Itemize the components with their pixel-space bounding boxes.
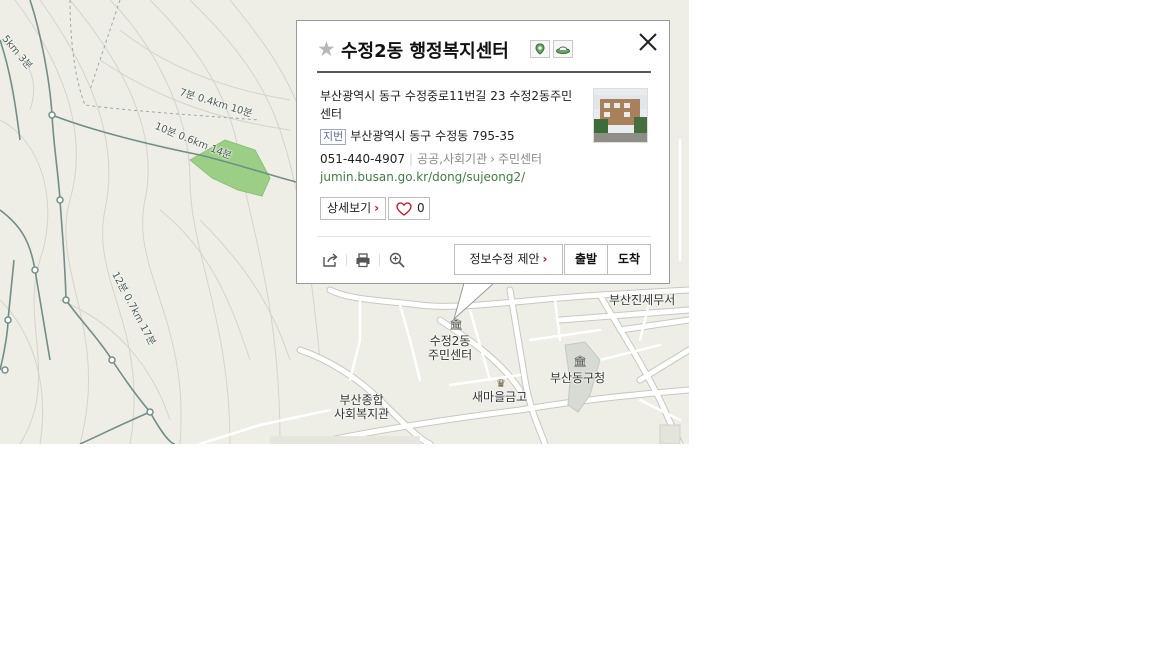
phone-category-row: 051-440-4907 | 공공,사회기관 › 주민센터 [320, 152, 543, 166]
print-icon[interactable] [354, 251, 372, 269]
jibun-badge: 지번 [320, 129, 347, 145]
chevron-right-icon: › [542, 252, 548, 266]
actions-divider [317, 236, 651, 237]
chevron-right-icon: › [374, 201, 380, 215]
detail-button[interactable]: 상세보기 › [320, 197, 387, 220]
arrive-button[interactable]: 도착 [607, 244, 651, 275]
star-icon[interactable]: ★ [317, 39, 336, 60]
jibun-address: 부산광역시 동구 수정동 795-35 [350, 129, 515, 143]
bank-icon[interactable]: ♛ [496, 377, 506, 390]
place-title[interactable]: 수정2동 행정복지센터 [341, 37, 509, 63]
popup-tail [453, 283, 495, 321]
homepage-link[interactable]: jumin.busan.go.kr/dong/sujeong2/ [320, 170, 525, 184]
place-info-popup: ★ 수정2동 행정복지센터 부산광역시 동구 수정중로11번길 23 수정2동주… [296, 20, 670, 284]
depart-button[interactable]: 출발 [564, 244, 608, 275]
chevron-right-icon: › [490, 152, 495, 166]
detail-button-label: 상세보기 [327, 201, 372, 215]
category-child: 주민센터 [497, 152, 543, 166]
ufo-tag-icon[interactable] [553, 40, 573, 58]
marker-tag-icon[interactable] [530, 40, 550, 58]
poi-label-tax-office[interactable]: 부산진세무서 [609, 293, 675, 307]
suggest-edit-label: 정보수정 제안 [469, 252, 540, 266]
close-icon[interactable] [637, 31, 659, 53]
place-thumbnail[interactable] [593, 88, 648, 143]
tool-separator [379, 254, 380, 266]
poi-label-donggu-office[interactable]: 부산동구청 [550, 371, 605, 385]
share-icon[interactable] [321, 251, 339, 269]
jibun-address-row: 지번 부산광역시 동구 수정동 795-35 [320, 127, 515, 145]
government-office-icon[interactable]: 🏛 [573, 355, 587, 368]
phone-number[interactable]: 051-440-4907 [320, 152, 405, 166]
poi-label-welfare[interactable]: 부산종합 사회복지관 [334, 393, 389, 421]
poi-label-center[interactable]: 수정2동 주민센터 [428, 334, 472, 362]
like-button[interactable]: 0 [388, 197, 430, 220]
tool-separator [346, 254, 347, 266]
like-count: 0 [417, 201, 425, 215]
zoom-icon[interactable] [388, 251, 406, 269]
title-divider [317, 71, 651, 73]
suggest-edit-button[interactable]: 정보수정 제안 › [454, 244, 563, 275]
category-parent: 공공,사회기관 [417, 152, 488, 166]
heart-icon [396, 202, 412, 216]
road-address: 부산광역시 동구 수정중로11번길 23 수정2동주민센터 [320, 89, 573, 121]
poi-label-saemaeul[interactable]: 새마을금고 [472, 390, 527, 404]
